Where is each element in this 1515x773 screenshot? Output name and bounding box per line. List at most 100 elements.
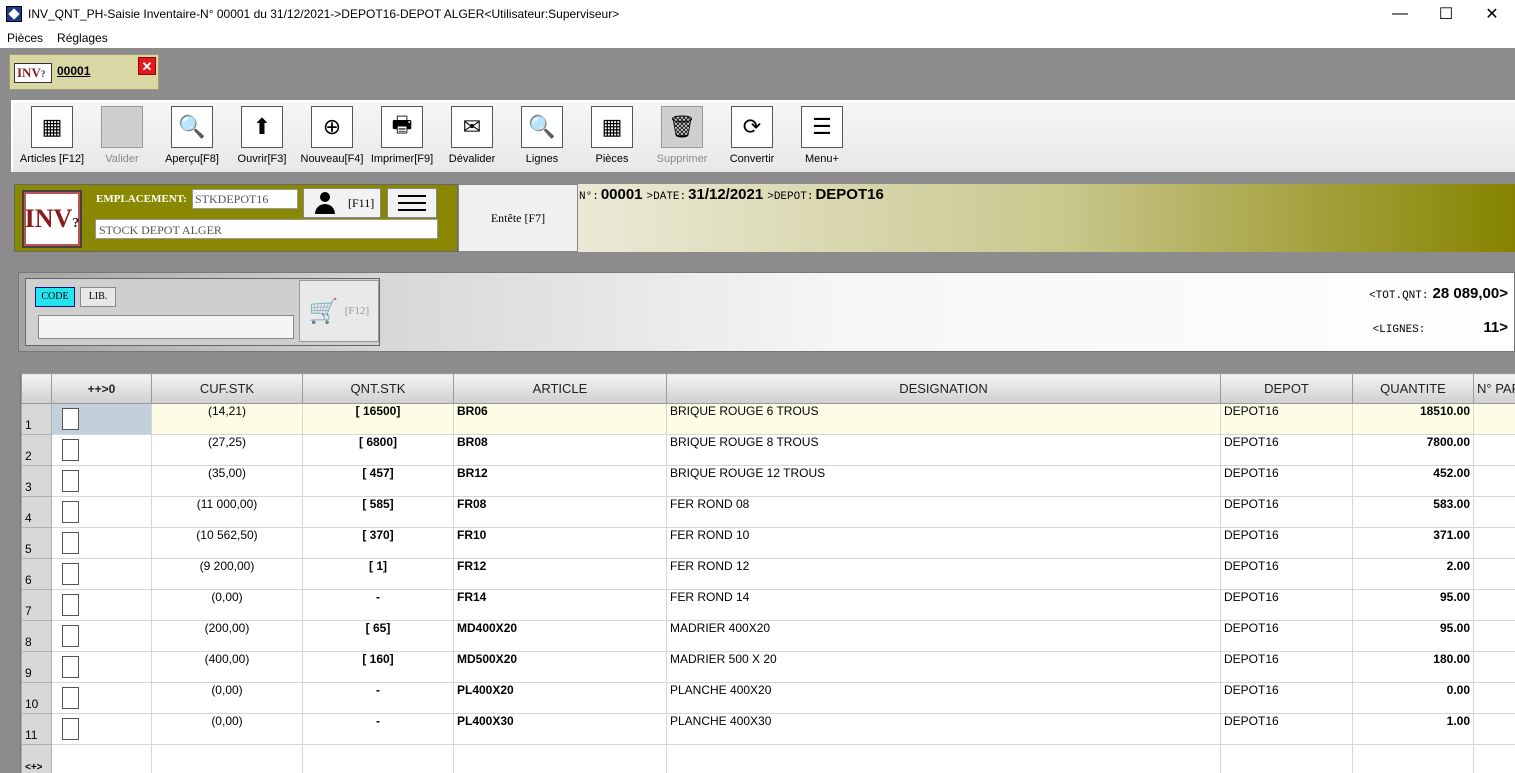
row-checkbox-cell[interactable] <box>51 403 152 435</box>
designation-cell[interactable]: MADRIER 500 X 20 <box>666 651 1221 683</box>
row-checkbox[interactable] <box>62 532 79 554</box>
quantite-cell[interactable]: 583.00 <box>1352 496 1474 528</box>
num-par-cell[interactable] <box>1473 651 1515 683</box>
cuf-stk-cell[interactable]: (0,00) <box>151 589 303 621</box>
designation-cell[interactable]: MADRIER 400X20 <box>666 620 1221 652</box>
designation-cell[interactable]: PLANCHE 400X20 <box>666 682 1221 714</box>
toolbar-button-nouveau-f4[interactable]: ⊕ Nouveau[F4] <box>297 102 367 170</box>
designation-cell[interactable]: FER ROND 10 <box>666 527 1221 559</box>
quantite-cell[interactable]: 0.00 <box>1352 682 1474 714</box>
num-par-cell[interactable] <box>1473 589 1515 621</box>
column-header-article[interactable]: ARTICLE <box>453 373 667 404</box>
cuf-stk-cell[interactable]: (0,00) <box>151 713 303 745</box>
row-checkbox[interactable] <box>62 439 79 461</box>
menu-pieces[interactable]: Pièces <box>0 31 50 45</box>
cuf-stk-cell[interactable]: (400,00) <box>151 651 303 683</box>
depot-cell[interactable]: DEPOT16 <box>1220 620 1353 652</box>
row-checkbox[interactable] <box>62 501 79 523</box>
row-checkbox[interactable] <box>62 625 79 647</box>
row-checkbox-cell[interactable] <box>51 527 152 559</box>
emplacement-code-field[interactable]: STKDEPOT16 <box>192 189 298 209</box>
num-par-cell[interactable] <box>1473 527 1515 559</box>
cuf-stk-cell[interactable]: (200,00) <box>151 620 303 652</box>
cuf-stk-cell[interactable]: (35,00) <box>151 465 303 497</box>
num-par-cell[interactable] <box>1473 558 1515 590</box>
document-tab[interactable]: INV? 00001 ✕ <box>9 54 159 90</box>
depot-cell[interactable]: DEPOT16 <box>1220 496 1353 528</box>
row-number[interactable]: 5 <box>21 527 52 559</box>
cuf-stk-cell[interactable]: (14,21) <box>151 403 303 435</box>
column-header-depot[interactable]: DEPOT <box>1220 373 1353 404</box>
toolbar-button-supprimer[interactable]: 🗑 Supprimer <box>647 102 717 170</box>
depot-cell[interactable]: DEPOT16 <box>1220 682 1353 714</box>
column-header-qnt-stk[interactable]: QNT.STK <box>302 373 454 404</box>
quantite-cell[interactable]: 18510.00 <box>1352 403 1474 435</box>
toolbar-button-ouvrir-f3[interactable]: ⬆ Ouvrir[F3] <box>227 102 297 170</box>
designation-cell[interactable]: FER ROND 08 <box>666 496 1221 528</box>
quantite-cell[interactable]: 180.00 <box>1352 651 1474 683</box>
menu-button[interactable] <box>387 188 437 218</box>
entete-button[interactable]: Entête [F7] <box>458 184 578 252</box>
code-toggle-button[interactable]: CODE <box>35 287 75 307</box>
cuf-stk-cell[interactable]: (0,00) <box>151 682 303 714</box>
table-row[interactable]: 10 (0,00) - PL400X20 PLANCHE 400X20 DEPOT16 0.… <box>21 682 1515 714</box>
article-cell[interactable]: FR10 <box>453 527 667 559</box>
table-row[interactable]: 1 (14,21)[ 16500] BR06 BRIQUE ROUGE 6 TROUS… <box>21 403 1515 435</box>
user-button[interactable]: [F11] <box>303 188 381 218</box>
column-header-check[interactable]: ++>0 <box>51 373 152 404</box>
emplacement-name-field[interactable]: STOCK DEPOT ALGER <box>95 219 438 239</box>
table-row[interactable]: 9 (400,00)[ 160] MD500X20 MADRIER 500 X 20 D… <box>21 651 1515 683</box>
depot-cell[interactable]: DEPOT16 <box>1220 527 1353 559</box>
qnt-stk-cell[interactable]: [ 585] <box>302 496 454 528</box>
qnt-stk-cell[interactable]: [ 457] <box>302 465 454 497</box>
table-row[interactable]: 7 (0,00) - FR14 FER ROND 14 DEPOT16 95.00 <box>21 589 1515 621</box>
row-number[interactable]: 10 <box>21 682 52 714</box>
toolbar-button-valider[interactable]: Valider <box>87 102 157 170</box>
table-row[interactable]: 5 (10 562,50)[ 370] FR10 FER ROND 10 DEPOT16… <box>21 527 1515 559</box>
row-checkbox-cell[interactable] <box>51 434 152 466</box>
column-header-rownum[interactable] <box>21 373 52 404</box>
num-par-cell[interactable] <box>1473 403 1515 435</box>
designation-cell[interactable]: FER ROND 12 <box>666 558 1221 590</box>
article-cell[interactable]: BR12 <box>453 465 667 497</box>
row-number[interactable]: 8 <box>21 620 52 652</box>
table-row[interactable]: 8 (200,00)[ 65] MD400X20 MADRIER 400X20 DEPO… <box>21 620 1515 652</box>
toolbar-button-menu[interactable]: ☰ Menu+ <box>787 102 857 170</box>
article-cell[interactable]: FR08 <box>453 496 667 528</box>
designation-cell[interactable]: BRIQUE ROUGE 6 TROUS <box>666 403 1221 435</box>
quantite-cell[interactable]: 1.00 <box>1352 713 1474 745</box>
row-number[interactable]: 1 <box>21 403 52 435</box>
quantite-cell[interactable]: 2.00 <box>1352 558 1474 590</box>
quantite-cell[interactable]: 452.00 <box>1352 465 1474 497</box>
table-row[interactable]: 11 (0,00) - PL400X30 PLANCHE 400X30 DEPOT16 1.… <box>21 713 1515 745</box>
maximize-button[interactable]: ☐ <box>1423 0 1469 28</box>
column-header-designation[interactable]: DESIGNATION <box>666 373 1221 404</box>
row-checkbox[interactable] <box>62 594 79 616</box>
designation-cell[interactable]: BRIQUE ROUGE 12 TROUS <box>666 465 1221 497</box>
designation-cell[interactable]: PLANCHE 400X30 <box>666 713 1221 745</box>
row-checkbox-cell[interactable] <box>51 589 152 621</box>
toolbar-button-d-valider[interactable]: ✉ Dévalider <box>437 102 507 170</box>
row-number[interactable]: 6 <box>21 558 52 590</box>
toolbar-button-aper-u-f8[interactable]: 🔍 Aperçu[F8] <box>157 102 227 170</box>
column-header-quantite[interactable]: QUANTITE <box>1352 373 1474 404</box>
qnt-stk-cell[interactable]: [ 65] <box>302 620 454 652</box>
toolbar-button-imprimer-f9[interactable]: 🖶 Imprimer[F9] <box>367 102 437 170</box>
row-number[interactable]: 7 <box>21 589 52 621</box>
cuf-stk-cell[interactable]: (10 562,50) <box>151 527 303 559</box>
qnt-stk-cell[interactable]: [ 1] <box>302 558 454 590</box>
quantite-cell[interactable]: 7800.00 <box>1352 434 1474 466</box>
table-row[interactable]: 3 (35,00)[ 457] BR12 BRIQUE ROUGE 12 TROUS D… <box>21 465 1515 497</box>
table-row[interactable]: 6 (9 200,00)[ 1] FR12 FER ROND 12 DEPOT16 2.0… <box>21 558 1515 590</box>
depot-cell[interactable]: DEPOT16 <box>1220 558 1353 590</box>
num-par-cell[interactable] <box>1473 713 1515 745</box>
designation-cell[interactable]: FER ROND 14 <box>666 589 1221 621</box>
menu-reglages[interactable]: Réglages <box>50 31 115 45</box>
qnt-stk-cell[interactable]: [ 160] <box>302 651 454 683</box>
designation-cell[interactable]: BRIQUE ROUGE 8 TROUS <box>666 434 1221 466</box>
row-checkbox[interactable] <box>62 470 79 492</box>
num-par-cell[interactable] <box>1473 465 1515 497</box>
article-cell[interactable]: PL400X20 <box>453 682 667 714</box>
cuf-stk-cell[interactable]: (27,25) <box>151 434 303 466</box>
num-par-cell[interactable] <box>1473 434 1515 466</box>
